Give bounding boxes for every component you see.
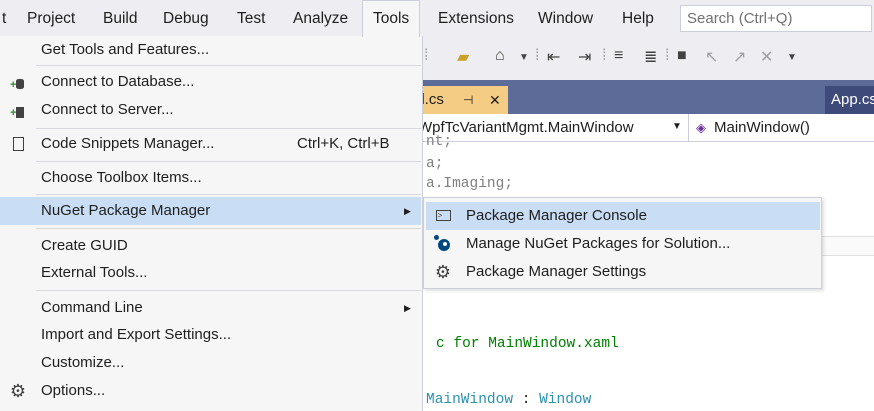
submenu-item-package-manager-console[interactable]: > Package Manager Console	[426, 202, 820, 230]
base-class-name: Window	[539, 392, 592, 408]
console-icon: >	[432, 202, 454, 230]
menu-separator	[36, 290, 421, 291]
menu-item-label: Customize...	[41, 354, 125, 371]
next-bookmark-icon[interactable]: ↗	[733, 47, 746, 67]
snippet-icon	[8, 130, 28, 158]
menu-item-file[interactable]: t	[0, 0, 16, 36]
menu-item-nuget[interactable]: NuGet Package Manager ▶	[0, 197, 421, 225]
menu-item-label: NuGet Package Manager	[41, 202, 211, 219]
method-cube-icon: ◈	[696, 120, 706, 135]
current-line-highlight	[818, 236, 874, 256]
menu-separator	[36, 128, 421, 129]
menu-item-extensions[interactable]: Extensions	[428, 0, 524, 36]
comment-lines-icon[interactable]: ≡	[614, 47, 623, 65]
menu-item-get-tools[interactable]: Get Tools and Features...	[0, 36, 421, 64]
member-label: MainWindow()	[714, 119, 810, 136]
menu-bar: t Project Build Debug Test Analyze Tools…	[0, 0, 874, 37]
close-icon[interactable]: ✕	[489, 86, 501, 114]
gear-icon: ⚙	[434, 262, 452, 282]
uncomment-lines-icon[interactable]: ≣	[644, 47, 657, 67]
submenu-item-label: Manage NuGet Packages for Solution...	[466, 235, 731, 252]
menu-item-label: Get Tools and Features...	[41, 41, 210, 58]
toolbar-sep-icon: ⁞	[424, 47, 429, 64]
search-input[interactable]: Search (Ctrl+Q)	[680, 5, 872, 32]
menu-item-help[interactable]: Help	[612, 0, 664, 36]
menu-separator	[36, 65, 421, 66]
menu-item-test[interactable]: Test	[227, 0, 275, 36]
indent-icon[interactable]: ⇥	[578, 47, 591, 67]
folder-search-icon[interactable]: ▰	[457, 47, 469, 67]
menu-item-window[interactable]: Window	[528, 0, 603, 36]
toolbar-grip-icon: ⁞	[535, 47, 540, 64]
toolbar-grip-icon: ⁞	[665, 47, 670, 64]
menu-separator	[36, 161, 421, 162]
code-line: a.Imaging;	[426, 176, 514, 192]
menu-item-label: Options...	[41, 382, 106, 399]
outdent-icon[interactable]: ⇤	[547, 47, 560, 67]
menu-item-import-export[interactable]: Import and Export Settings...	[0, 321, 421, 349]
menu-item-customize[interactable]: Customize...	[0, 349, 421, 377]
menu-item-create-guid[interactable]: Create GUID	[0, 232, 421, 260]
toolbar-grip-icon: ⁞	[602, 47, 607, 64]
class-name: MainWindow	[426, 392, 514, 408]
code-line: nt;	[426, 134, 453, 150]
menu-item-project[interactable]: Project	[17, 0, 85, 36]
class-dropdown[interactable]: WpfTcVariantMgmt.MainWindow	[418, 114, 686, 142]
divider	[688, 114, 689, 142]
code-comment: c for MainWindow.xaml	[436, 336, 619, 352]
submenu-arrow-icon: ▶	[404, 303, 411, 313]
dropdown-arrow-icon[interactable]: ▼	[519, 52, 529, 63]
menu-separator	[36, 228, 421, 229]
menu-item-label: Import and Export Settings...	[41, 326, 232, 343]
menu-item-code-snippets[interactable]: Code Snippets Manager... Ctrl+K, Ctrl+B	[0, 130, 421, 158]
menu-item-label: Connect to Database...	[41, 73, 195, 90]
chevron-down-icon[interactable]: ▼	[672, 121, 682, 132]
submenu-item-label: Package Manager Settings	[466, 263, 647, 280]
submenu-item-package-manager-settings[interactable]: ⚙ Package Manager Settings	[426, 258, 820, 286]
submenu-item-label: Package Manager Console	[466, 207, 647, 224]
nuget-submenu: > Package Manager Console Manage NuGet P…	[423, 197, 822, 289]
code-line: a;	[426, 156, 444, 172]
tools-menu: Get Tools and Features... + Connect to D…	[0, 36, 423, 411]
bookmark-icon[interactable]: ■	[677, 47, 687, 65]
home-icon[interactable]: ⌂	[495, 47, 505, 65]
menu-item-build[interactable]: Build	[93, 0, 147, 36]
pin-icon[interactable]: ⊣	[463, 86, 473, 114]
tab-app-cs[interactable]: App.cs	[825, 86, 874, 114]
previous-bookmark-icon[interactable]: ↖	[705, 47, 718, 67]
colon: :	[513, 392, 540, 408]
submenu-arrow-icon: ▶	[404, 206, 411, 216]
menu-item-connect-server[interactable]: + Connect to Server...	[0, 96, 421, 124]
database-add-icon: +	[8, 68, 28, 96]
menu-item-label: Connect to Server...	[41, 101, 174, 118]
menu-item-label: External Tools...	[41, 264, 148, 281]
menu-item-analyze[interactable]: Analyze	[283, 0, 358, 36]
menu-item-connect-database[interactable]: + Connect to Database...	[0, 68, 421, 96]
menu-item-shortcut: Ctrl+K, Ctrl+B	[297, 135, 390, 152]
menu-item-label: Choose Toolbox Items...	[41, 169, 202, 186]
gear-icon: ⚙	[9, 381, 27, 401]
menu-item-options[interactable]: ⚙ Options...	[0, 377, 421, 405]
menu-item-tools[interactable]: Tools	[362, 0, 421, 37]
member-dropdown[interactable]: ◈ MainWindow()	[696, 114, 810, 142]
server-add-icon: +	[8, 96, 28, 124]
menu-separator	[36, 194, 421, 195]
menu-item-external-tools[interactable]: External Tools...	[0, 259, 421, 287]
submenu-item-manage-nuget-packages[interactable]: Manage NuGet Packages for Solution...	[426, 230, 820, 258]
clear-bookmarks-icon[interactable]: ✕	[760, 47, 773, 67]
nuget-icon	[432, 230, 454, 258]
menu-item-command-line[interactable]: Command Line ▶	[0, 294, 421, 322]
code-line-class-decl: MainWindow : Window	[426, 392, 591, 408]
menu-item-label: Command Line	[41, 299, 143, 316]
menu-item-choose-toolbox[interactable]: Choose Toolbox Items...	[0, 164, 421, 192]
toolbar-overflow-icon[interactable]: ▼	[787, 52, 797, 63]
menu-item-label: Create GUID	[41, 237, 128, 254]
menu-item-label: Code Snippets Manager...	[41, 135, 215, 152]
menu-item-debug[interactable]: Debug	[153, 0, 219, 36]
